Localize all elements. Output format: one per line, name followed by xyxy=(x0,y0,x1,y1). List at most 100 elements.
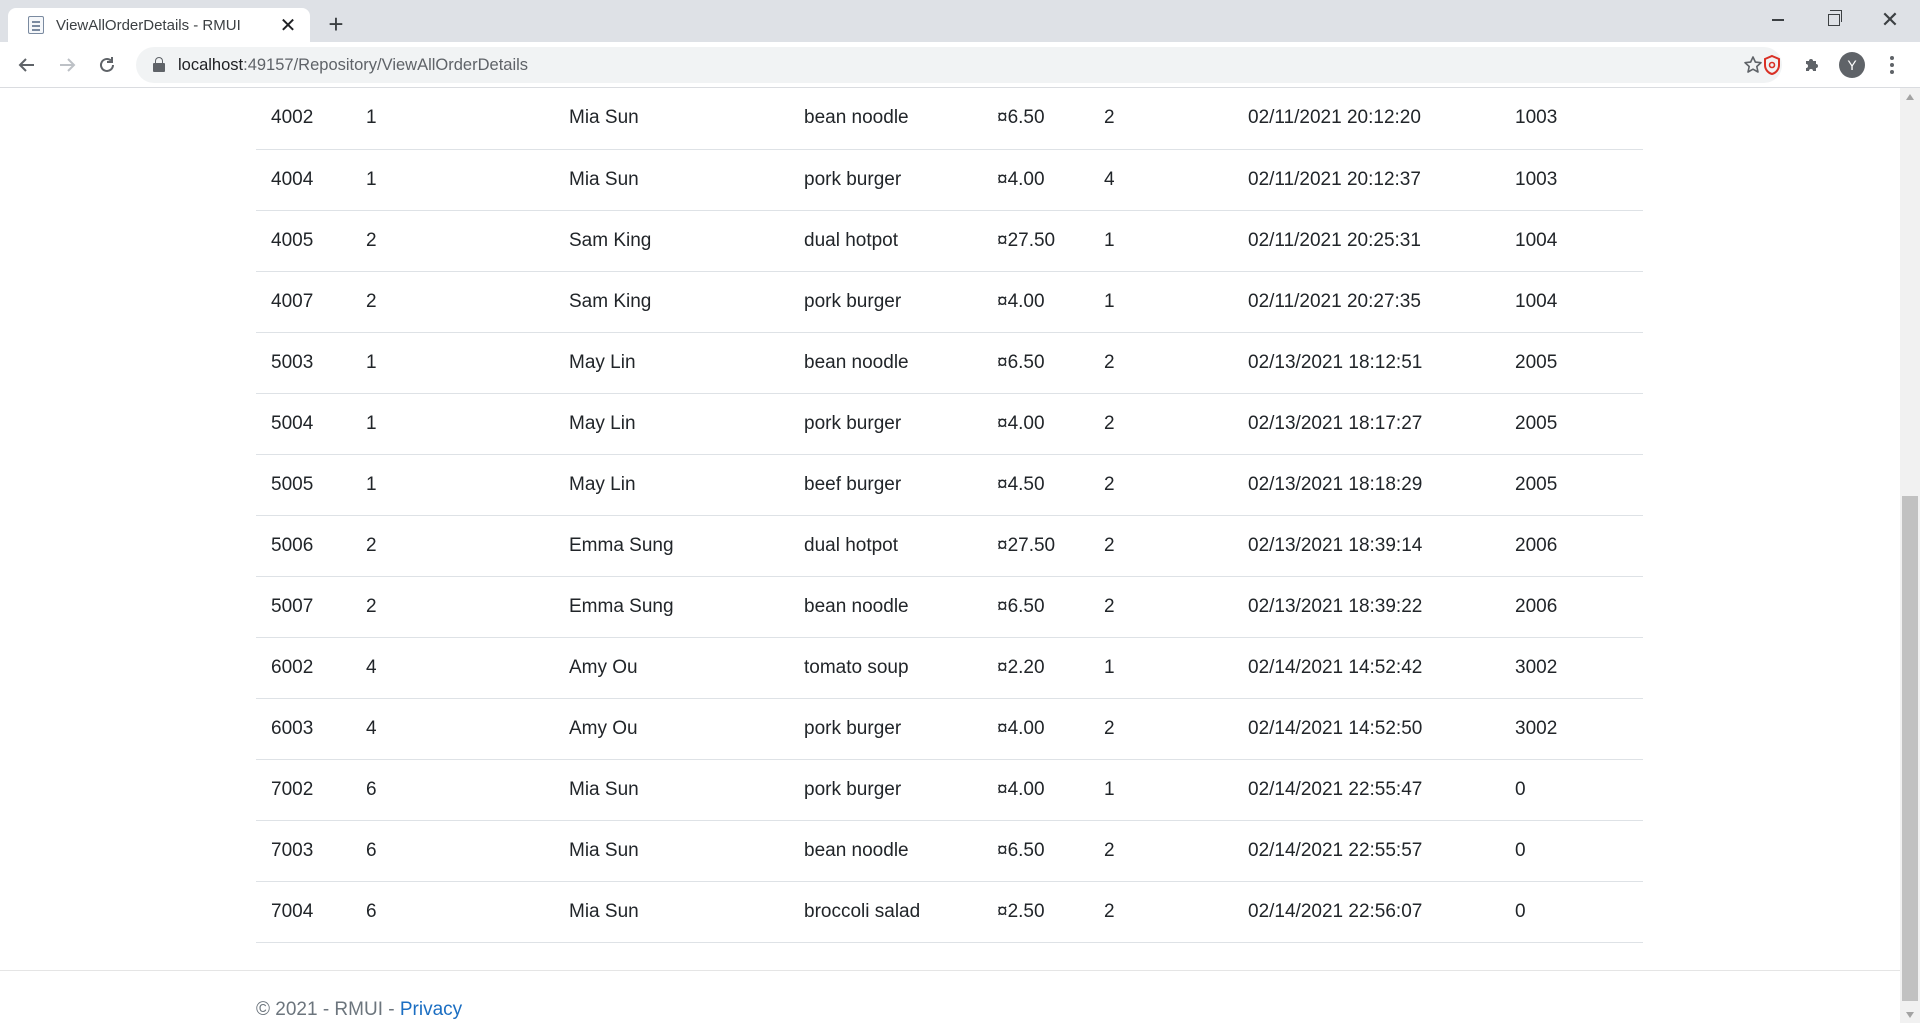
table-cell: dual hotpot xyxy=(804,534,899,556)
table-cell: 2 xyxy=(1104,839,1115,861)
table-cell: 2006 xyxy=(1515,595,1558,617)
table-cell: Mia Sun xyxy=(569,107,639,129)
table-cell: pork burger xyxy=(804,778,902,800)
extensions-puzzle-icon[interactable] xyxy=(1797,50,1827,80)
table-cell: ¤4.00 xyxy=(997,717,1045,739)
table-cell: broccoli salad xyxy=(804,900,921,922)
table-cell: ¤4.00 xyxy=(997,168,1045,190)
table-cell: Sam King xyxy=(569,229,652,251)
table-row: 6003 4 Amy Ou pork burger ¤4.00 2 02/14/2021 1… xyxy=(256,698,1643,759)
order-details-table: 4002 1 Mia Sun bean noodle ¤6.50 2 02/11/2021 … xyxy=(256,88,1643,943)
table-cell: Mia Sun xyxy=(569,839,639,861)
table-cell: 6 xyxy=(366,778,377,800)
table-cell: 1 xyxy=(366,107,377,129)
table-cell: 02/13/2021 18:17:27 xyxy=(1248,412,1423,434)
page-footer: © 2021 - RMUI - Privacy xyxy=(0,970,1900,1023)
extension-shield-icon[interactable] xyxy=(1757,50,1787,80)
table-cell: 2 xyxy=(1104,717,1115,739)
table-cell: 1003 xyxy=(1515,107,1558,129)
table-row: 4007 2 Sam King pork burger ¤4.00 1 02/11/2021… xyxy=(256,271,1643,332)
table-cell: 1 xyxy=(366,168,377,190)
table-cell: ¤27.50 xyxy=(997,229,1056,251)
table-cell: pork burger xyxy=(804,168,902,190)
table-cell: 02/14/2021 22:55:57 xyxy=(1248,839,1423,861)
table-cell: 02/11/2021 20:25:31 xyxy=(1248,229,1421,251)
page-viewport: 4002 1 Mia Sun bean noodle ¤6.50 2 02/11/2021 … xyxy=(0,88,1900,1023)
url-path: :49157/Repository/ViewAllOrderDetails xyxy=(243,55,529,74)
browser-toolbar: localhost:49157/Repository/ViewAllOrderD… xyxy=(0,42,1920,88)
new-tab-button[interactable]: + xyxy=(322,9,350,39)
table-cell: 1 xyxy=(366,473,377,495)
vertical-scrollbar[interactable] xyxy=(1900,88,1920,1023)
table-cell: 02/13/2021 18:39:22 xyxy=(1248,595,1423,617)
table-cell: 2005 xyxy=(1515,473,1558,495)
table-cell: 2 xyxy=(1104,473,1115,495)
table-cell: 4 xyxy=(366,717,377,739)
table-cell: 6002 xyxy=(271,656,314,678)
table-cell: 7003 xyxy=(271,839,314,861)
table-cell: 2 xyxy=(1104,534,1115,556)
url-text[interactable]: localhost:49157/Repository/ViewAllOrderD… xyxy=(178,56,1738,75)
order-details-table-body: 4002 1 Mia Sun bean noodle ¤6.50 2 02/11/2021 … xyxy=(256,88,1643,942)
restore-icon xyxy=(1828,10,1842,26)
table-row: 4004 1 Mia Sun pork burger ¤4.00 4 02/11/2021 … xyxy=(256,149,1643,210)
table-row: 7004 6 Mia Sun broccoli salad ¤2.50 2 02/14/20… xyxy=(256,881,1643,942)
table-cell: Emma Sung xyxy=(569,534,674,556)
table-cell: Mia Sun xyxy=(569,900,639,922)
url-host: localhost xyxy=(178,55,244,74)
table-cell: 02/13/2021 18:12:51 xyxy=(1248,351,1423,373)
table-cell: 2 xyxy=(366,229,377,251)
table-row: 4005 2 Sam King dual hotpot ¤27.50 1 02/11/202… xyxy=(256,210,1643,271)
privacy-link[interactable]: Privacy xyxy=(400,999,462,1020)
table-cell: 2 xyxy=(366,595,377,617)
table-cell: ¤4.00 xyxy=(997,290,1045,312)
table-cell: 7002 xyxy=(271,778,314,800)
profile-button[interactable]: Y xyxy=(1837,50,1867,80)
scrollbar-thumb[interactable] xyxy=(1902,496,1918,1001)
table-cell: dual hotpot xyxy=(804,229,899,251)
scroll-down-arrow-icon[interactable] xyxy=(1900,1006,1920,1023)
table-cell: 7004 xyxy=(271,900,314,922)
table-cell: beef burger xyxy=(804,473,902,495)
table-cell: Mia Sun xyxy=(569,778,639,800)
table-cell: ¤2.20 xyxy=(997,656,1045,678)
reload-button[interactable] xyxy=(91,49,123,81)
table-cell: 2006 xyxy=(1515,534,1558,556)
table-cell: 1 xyxy=(1104,778,1115,800)
close-icon: ✕ xyxy=(1880,7,1900,32)
table-cell: 02/13/2021 18:39:14 xyxy=(1248,534,1423,556)
table-cell: 1 xyxy=(366,412,377,434)
address-bar[interactable]: localhost:49157/Repository/ViewAllOrderD… xyxy=(136,47,1782,83)
arrow-right-icon xyxy=(60,58,76,72)
table-cell: May Lin xyxy=(569,412,636,434)
table-cell: pork burger xyxy=(804,717,902,739)
avatar: Y xyxy=(1839,52,1865,78)
table-cell: 3002 xyxy=(1515,656,1558,678)
table-cell: 02/14/2021 22:56:07 xyxy=(1248,900,1423,922)
minimize-window-button[interactable] xyxy=(1750,0,1806,40)
back-button[interactable] xyxy=(11,49,43,81)
table-cell: pork burger xyxy=(804,290,902,312)
table-cell: 1 xyxy=(1104,656,1115,678)
table-cell: ¤6.50 xyxy=(997,351,1045,373)
page-favicon-icon xyxy=(28,16,44,34)
table-cell: 0 xyxy=(1515,778,1526,800)
browser-tab[interactable]: ViewAllOrderDetails - RMUI ✕ xyxy=(8,8,310,42)
lock-icon[interactable] xyxy=(152,57,166,73)
table-cell: 2 xyxy=(1104,595,1115,617)
close-window-button[interactable]: ✕ xyxy=(1862,0,1918,40)
table-cell: 02/14/2021 14:52:42 xyxy=(1248,656,1423,678)
restore-window-button[interactable] xyxy=(1806,0,1862,40)
table-cell: 4002 xyxy=(271,107,314,129)
table-cell: 1004 xyxy=(1515,229,1558,251)
table-cell: ¤4.00 xyxy=(997,412,1045,434)
minimize-icon xyxy=(1772,19,1784,21)
table-cell: ¤6.50 xyxy=(997,107,1045,129)
close-tab-icon[interactable]: ✕ xyxy=(276,13,300,37)
table-cell: tomato soup xyxy=(804,656,909,678)
scroll-up-arrow-icon[interactable] xyxy=(1900,88,1920,105)
browser-menu-button[interactable] xyxy=(1877,50,1907,80)
table-cell: 6 xyxy=(366,900,377,922)
forward-button[interactable] xyxy=(51,49,83,81)
table-cell: 2005 xyxy=(1515,412,1558,434)
